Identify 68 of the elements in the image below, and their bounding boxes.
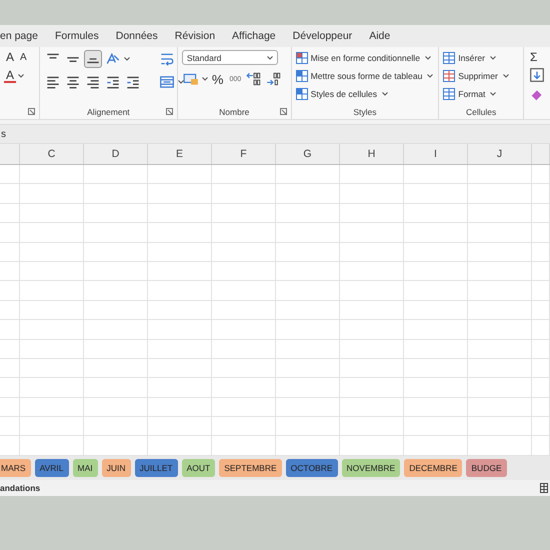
caret-icon[interactable] — [202, 77, 208, 81]
sheet-tab[interactable]: SEPTEMBRE — [219, 458, 282, 477]
ribbon-tab[interactable]: Développeur — [292, 30, 352, 42]
column-header[interactable]: C — [20, 144, 84, 164]
ribbon-tab[interactable]: en page — [0, 30, 38, 42]
sheet-tab[interactable]: OCTOBRE — [286, 458, 338, 477]
caret-icon — [502, 74, 509, 78]
column-header[interactable]: F — [212, 144, 276, 164]
caret-icon[interactable] — [124, 57, 130, 61]
dialog-launcher-icon[interactable] — [28, 108, 35, 115]
style-menu-button[interactable]: Mettre sous forme de tableau — [296, 68, 434, 84]
align-bottom-icon[interactable] — [84, 50, 102, 68]
percent-button[interactable]: % — [210, 72, 226, 86]
dialog-launcher-icon[interactable] — [166, 108, 173, 115]
normal-view-icon[interactable] — [540, 482, 548, 493]
sheet-tab[interactable]: JUILLET — [134, 458, 178, 477]
sheet-tab[interactable]: JUIN — [102, 458, 131, 477]
sheet-tab[interactable]: AOUT — [182, 458, 216, 477]
autosum-button[interactable]: Σ — [528, 50, 546, 64]
caret-icon[interactable] — [18, 74, 24, 78]
table-grid-icon — [443, 52, 456, 64]
column-header[interactable]: H — [340, 144, 404, 164]
ribbon-tab[interactable]: Affichage — [232, 30, 276, 42]
sheet-tab[interactable]: NOVEMBRE — [342, 458, 400, 477]
column-header[interactable]: I — [404, 144, 468, 164]
column-header[interactable]: G — [276, 144, 340, 164]
caret-icon — [425, 56, 431, 60]
font-color-button[interactable]: A — [4, 69, 16, 83]
caret-icon — [490, 56, 496, 60]
cells-menu-button[interactable]: Supprimer — [443, 68, 519, 84]
column-header[interactable]: D — [84, 144, 148, 164]
ribbon-tab[interactable]: Formules — [54, 30, 99, 42]
sheet-tab[interactable]: MAI — [72, 458, 98, 477]
status-text: andations — [0, 482, 40, 493]
group-label: Alignement — [87, 106, 130, 116]
caret-icon — [490, 92, 496, 96]
ribbon-tab[interactable]: Données — [116, 30, 158, 42]
style-menu-button[interactable]: Mise en forme conditionnelle — [296, 50, 434, 66]
name-box[interactable]: s — [0, 128, 6, 140]
table-grid-icon — [296, 52, 308, 64]
table-grid-icon — [443, 70, 456, 82]
sheet-tab[interactable]: AVRIL — [34, 458, 68, 477]
cells-menu-button[interactable]: Format — [443, 86, 519, 102]
table-grid-icon — [443, 88, 456, 100]
column-header[interactable]: E — [148, 144, 212, 164]
merge-cells-icon[interactable] — [158, 73, 176, 91]
decrease-font-size-button[interactable]: A — [18, 52, 29, 62]
cells-menu-button[interactable]: Insérer — [443, 50, 519, 66]
table-grid-icon — [296, 88, 308, 100]
ribbon-tab[interactable]: Aide — [369, 30, 390, 42]
column-header[interactable]: J — [468, 144, 532, 164]
caret-icon — [266, 56, 273, 60]
fill-down-icon[interactable] — [528, 66, 546, 84]
sheet-tab[interactable]: MARS — [0, 458, 31, 477]
sheet-tab[interactable]: DECEMBRE — [404, 458, 462, 477]
ribbon-tab[interactable]: Révision — [174, 30, 216, 42]
sheet-tab[interactable]: BUDGE — [466, 458, 507, 477]
caret-icon[interactable] — [178, 80, 184, 84]
caret-icon — [382, 92, 388, 96]
dialog-launcher-icon[interactable] — [280, 108, 287, 115]
group-label: Cellules — [466, 106, 496, 116]
group-label: Nombre — [219, 106, 250, 116]
group-label: Styles — [353, 106, 376, 116]
table-grid-icon — [296, 70, 308, 82]
caret-icon — [427, 74, 434, 78]
increase-font-size-button[interactable]: A — [4, 50, 16, 64]
number-format-dropdown[interactable]: Standard — [182, 50, 278, 65]
style-menu-button[interactable]: Styles de cellules — [296, 86, 434, 102]
